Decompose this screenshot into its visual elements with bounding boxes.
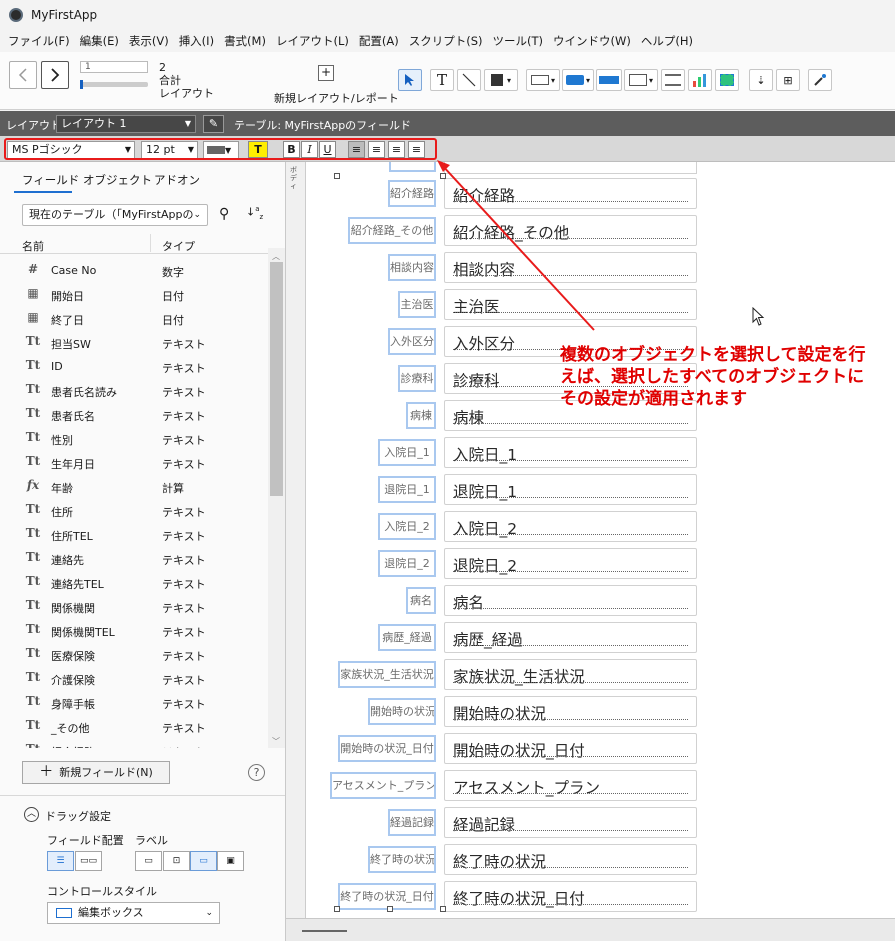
mouse-cursor-icon — [752, 307, 765, 326]
annotation-arrow — [437, 160, 595, 331]
app-window: { "app": {"title": "MyFirstApp"}, "menu"… — [0, 0, 895, 941]
annotation-text: 複数のオブジェクトを選択して設定を行えば、選択したすべてのオブジェクトにその設定… — [560, 345, 866, 409]
